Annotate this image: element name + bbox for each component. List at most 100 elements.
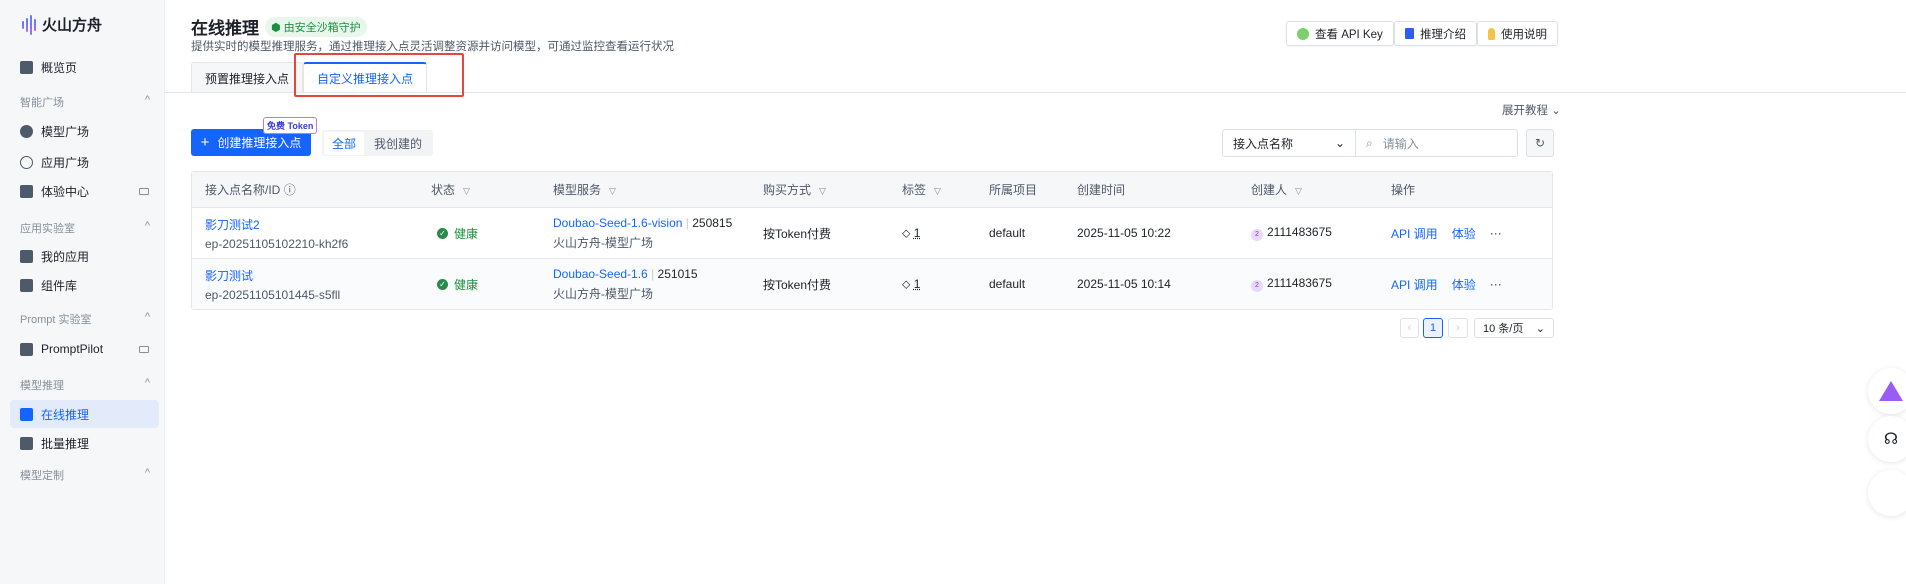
- model-source: 火山方舟-模型广场: [553, 286, 653, 301]
- group-label: 智能广场: [20, 97, 64, 109]
- model-link[interactable]: Doubao-Seed-1.6: [553, 267, 648, 281]
- free-token-badge: 免费 Token: [263, 117, 318, 134]
- logo-icon: [22, 14, 36, 35]
- filter-icon[interactable]: ▽: [1295, 186, 1302, 197]
- sidebar-item-batch-inference[interactable]: 批量推理: [10, 429, 159, 457]
- next-page-button[interactable]: ›: [1448, 318, 1468, 338]
- filter-icon[interactable]: ▽: [463, 186, 470, 197]
- brand-logo[interactable]: 火山方舟: [22, 14, 102, 35]
- nav-group-applab[interactable]: 应用实验室 ^: [20, 220, 150, 236]
- page-size-select[interactable]: 10 条/页 ⌄: [1474, 318, 1554, 338]
- nav-group-inference[interactable]: 模型推理 ^: [20, 377, 150, 393]
- group-label: 模型定制: [20, 470, 64, 482]
- segment-all[interactable]: 全部: [324, 131, 365, 155]
- table-header: 接入点名称/ID ⓘ 状态 ▽ 模型服务 ▽ 购买方式 ▽ 标签 ▽ 所属项目 创建时间…: [192, 172, 1552, 207]
- chevron-up-icon: ^: [144, 94, 150, 106]
- try-link[interactable]: 体验: [1452, 225, 1476, 242]
- page-1-button[interactable]: 1: [1423, 318, 1443, 338]
- nav-group-prompt[interactable]: Prompt 实验室 ^: [20, 311, 150, 327]
- endpoint-id: ep-20251105101445-s5fll: [205, 287, 341, 302]
- table-row: 影刀测试 ep-20251105101445-s5fll ✓ 健康 Doubao-S…: [192, 258, 1552, 309]
- sidebar-item-model-plaza[interactable]: 模型广场: [10, 117, 159, 145]
- prev-page-button[interactable]: ‹: [1400, 318, 1419, 338]
- tags-cell[interactable]: ⬦ 1: [902, 208, 920, 258]
- key-icon: [1297, 27, 1309, 40]
- filter-icon[interactable]: ▽: [819, 186, 826, 197]
- sidebar-item-experience[interactable]: 体验中心: [10, 177, 159, 205]
- view-api-key-button[interactable]: 查看 API Key: [1286, 21, 1394, 46]
- button-label: 查看 API Key: [1315, 28, 1383, 41]
- dashboard-icon: [20, 60, 33, 74]
- col-name: 接入点名称/ID ⓘ: [205, 172, 296, 207]
- expand-tutorial-link[interactable]: 展开教程 ⌄: [1502, 102, 1561, 118]
- tag-count[interactable]: 1: [914, 226, 921, 240]
- api-call-link[interactable]: API 调用: [1391, 225, 1438, 242]
- name-cell: 影刀测试2 ep-20251105102210-kh2f6: [205, 208, 348, 258]
- header-label: 创建时间: [1077, 183, 1126, 197]
- creator-id: 2111483675: [1267, 276, 1332, 290]
- sidebar-item-my-apps[interactable]: 我的应用: [10, 242, 159, 270]
- model-cell: Doubao-Seed-1.6 | 251015 火山方舟-模型广场: [553, 266, 698, 301]
- filter-icon[interactable]: ▽: [609, 186, 616, 197]
- nav-group-plaza[interactable]: 智能广场 ^: [20, 94, 150, 110]
- tag-count[interactable]: 1: [914, 277, 921, 291]
- group-label: Prompt 实验室: [20, 314, 92, 326]
- refresh-icon: ↻: [1534, 136, 1546, 150]
- col-purchase: 购买方式 ▽: [763, 172, 826, 207]
- search-input[interactable]: ⌕ 请输入: [1356, 129, 1518, 157]
- api-call-link[interactable]: API 调用: [1391, 276, 1438, 293]
- sidebar-item-components[interactable]: 组件库: [10, 271, 159, 299]
- inference-intro-button[interactable]: 推理介绍: [1394, 21, 1477, 46]
- refresh-button[interactable]: ↻: [1526, 129, 1554, 157]
- sidebar-item-overview[interactable]: 概览页: [10, 53, 159, 81]
- try-link[interactable]: 体验: [1452, 276, 1476, 293]
- info-icon[interactable]: ⓘ: [284, 183, 296, 197]
- model-cell: Doubao-Seed-1.6-vision | 250815 火山方舟-模型广场: [553, 215, 733, 250]
- tab-label: 预置推理接入点: [205, 71, 290, 86]
- atom-icon: [20, 155, 33, 169]
- avatar: 2: [1251, 229, 1263, 241]
- col-model: 模型服务 ▽: [553, 172, 616, 207]
- nav-label: PromptPilot: [41, 342, 104, 356]
- status-text: 健康: [454, 226, 479, 241]
- rocket-icon: [20, 436, 33, 450]
- plus-icon: +: [200, 134, 210, 151]
- nav-label: 我的应用: [41, 249, 90, 264]
- filter-field-select[interactable]: 接入点名称 ⌄: [1222, 129, 1356, 157]
- select-value: 接入点名称: [1233, 136, 1294, 151]
- doc-icon: [1405, 28, 1414, 39]
- actions-cell: API 调用 体验 ···: [1391, 259, 1502, 309]
- more-actions-button[interactable]: ···: [1490, 226, 1502, 240]
- header-label: 购买方式: [763, 183, 812, 197]
- status-cell: ✓ 健康: [437, 259, 478, 309]
- status-badge: ✓ 健康: [437, 225, 478, 242]
- sidebar-item-online-inference[interactable]: 在线推理: [10, 400, 159, 428]
- tab-preset-endpoints[interactable]: 预置推理接入点: [191, 62, 304, 93]
- created-cell: 2025-11-05 10:22: [1077, 208, 1171, 258]
- title-text: 在线推理: [191, 19, 259, 38]
- sidebar-item-app-plaza[interactable]: 应用广场: [10, 148, 159, 176]
- sidebar-item-promptpilot[interactable]: PromptPilot: [10, 335, 159, 363]
- model-source: 火山方舟-模型广场: [553, 235, 653, 250]
- endpoint-name-link[interactable]: 影刀测试2: [205, 216, 348, 233]
- tags-cell[interactable]: ⬦ 1: [902, 259, 920, 309]
- nav-label: 概览页: [41, 60, 78, 75]
- chevron-down-icon: ⌄: [1535, 322, 1545, 335]
- segment-mine[interactable]: 我创建的: [366, 132, 430, 155]
- ai-assistant-button[interactable]: [1868, 368, 1906, 414]
- chevron-right-icon: ›: [1456, 322, 1460, 334]
- more-actions-button[interactable]: ···: [1490, 277, 1502, 291]
- col-actions: 操作: [1391, 172, 1415, 207]
- customer-service-button[interactable]: ☊: [1868, 416, 1906, 462]
- safe-badge-text: 由安全沙箱守护: [283, 21, 361, 34]
- model-link[interactable]: Doubao-Seed-1.6-vision: [553, 216, 682, 230]
- nav-group-customization[interactable]: 模型定制 ^: [20, 467, 150, 483]
- usage-guide-button[interactable]: 使用说明: [1477, 21, 1558, 46]
- more-float-button[interactable]: [1868, 470, 1906, 516]
- filter-icon[interactable]: ▽: [934, 186, 941, 197]
- endpoint-name-link[interactable]: 影刀测试: [205, 267, 340, 284]
- purchase-type: 按Token付费: [763, 226, 832, 241]
- model-icon: [20, 124, 33, 138]
- terminal-icon: [20, 342, 33, 356]
- highlight-box: [294, 53, 464, 97]
